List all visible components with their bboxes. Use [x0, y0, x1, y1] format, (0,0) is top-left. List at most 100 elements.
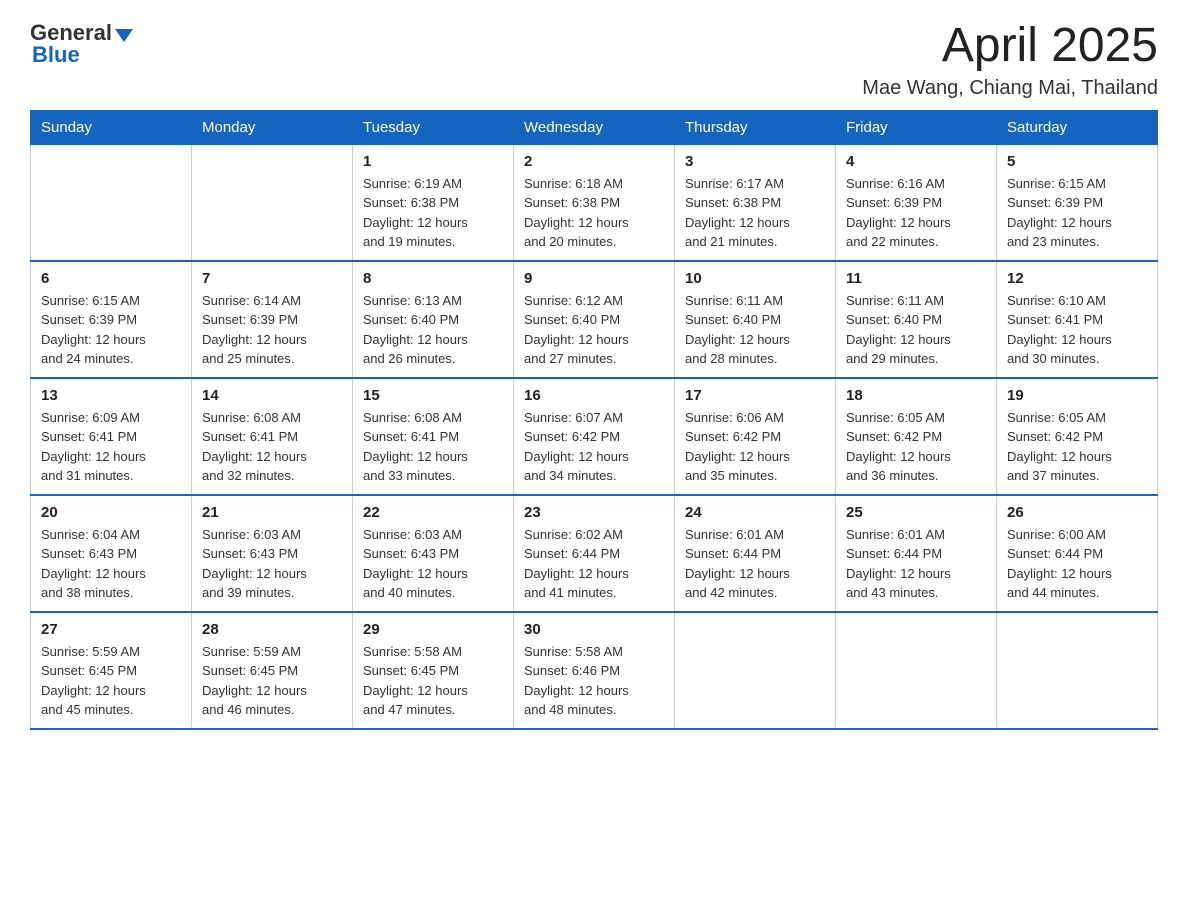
calendar-day-cell [192, 144, 353, 261]
day-of-week-header: Thursday [675, 110, 836, 144]
calendar-day-cell: 28 Sunrise: 5:59 AMSunset: 6:45 PMDayligh… [192, 612, 353, 729]
day-info: Sunrise: 5:59 AMSunset: 6:45 PMDaylight:… [41, 642, 181, 720]
day-of-week-header: Monday [192, 110, 353, 144]
day-info: Sunrise: 6:10 AMSunset: 6:41 PMDaylight:… [1007, 291, 1147, 369]
calendar-week-row: 6 Sunrise: 6:15 AMSunset: 6:39 PMDaylight… [31, 261, 1158, 378]
day-number: 21 [202, 504, 342, 521]
calendar-day-cell: 5Sunrise: 6:15 AMSunset: 6:39 PMDaylight… [997, 144, 1158, 261]
calendar-day-cell: 30 Sunrise: 5:58 AMSunset: 6:46 PMDayligh… [514, 612, 675, 729]
day-info: Sunrise: 6:03 AMSunset: 6:43 PMDaylight:… [202, 525, 342, 603]
calendar-day-cell: 8 Sunrise: 6:13 AMSunset: 6:40 PMDaylight… [353, 261, 514, 378]
day-number: 19 [1007, 387, 1147, 404]
day-info: Sunrise: 6:08 AMSunset: 6:41 PMDaylight:… [202, 408, 342, 486]
calendar-day-cell: 9 Sunrise: 6:12 AMSunset: 6:40 PMDaylight… [514, 261, 675, 378]
day-of-week-header: Friday [836, 110, 997, 144]
calendar-day-cell [836, 612, 997, 729]
day-number: 30 [524, 621, 664, 638]
day-of-week-header: Wednesday [514, 110, 675, 144]
calendar-day-cell: 12Sunrise: 6:10 AMSunset: 6:41 PMDayligh… [997, 261, 1158, 378]
day-number: 11 [846, 270, 986, 287]
calendar-day-cell: 13 Sunrise: 6:09 AMSunset: 6:41 PMDayligh… [31, 378, 192, 495]
day-number: 20 [41, 504, 181, 521]
day-number: 28 [202, 621, 342, 638]
day-info: Sunrise: 6:01 AMSunset: 6:44 PMDaylight:… [685, 525, 825, 603]
day-info: Sunrise: 6:17 AMSunset: 6:38 PMDaylight:… [685, 174, 825, 252]
calendar-day-cell: 24 Sunrise: 6:01 AMSunset: 6:44 PMDayligh… [675, 495, 836, 612]
day-info: Sunrise: 6:00 AMSunset: 6:44 PMDaylight:… [1007, 525, 1147, 603]
day-info: Sunrise: 5:59 AMSunset: 6:45 PMDaylight:… [202, 642, 342, 720]
calendar-day-cell: 25 Sunrise: 6:01 AMSunset: 6:44 PMDayligh… [836, 495, 997, 612]
logo-triangle-icon [115, 29, 133, 42]
calendar-day-cell: 4 Sunrise: 6:16 AMSunset: 6:39 PMDaylight… [836, 144, 997, 261]
calendar-day-cell [997, 612, 1158, 729]
day-info: Sunrise: 6:16 AMSunset: 6:39 PMDaylight:… [846, 174, 986, 252]
logo-blue-text: Blue [30, 42, 80, 68]
calendar-day-cell: 20 Sunrise: 6:04 AMSunset: 6:43 PMDayligh… [31, 495, 192, 612]
day-info: Sunrise: 6:06 AMSunset: 6:42 PMDaylight:… [685, 408, 825, 486]
day-number: 29 [363, 621, 503, 638]
day-info: Sunrise: 5:58 AMSunset: 6:45 PMDaylight:… [363, 642, 503, 720]
day-info: Sunrise: 6:02 AMSunset: 6:44 PMDaylight:… [524, 525, 664, 603]
day-number: 13 [41, 387, 181, 404]
calendar-week-row: 27 Sunrise: 5:59 AMSunset: 6:45 PMDayligh… [31, 612, 1158, 729]
day-info: Sunrise: 6:15 AMSunset: 6:39 PMDaylight:… [1007, 174, 1147, 252]
day-number: 26 [1007, 504, 1147, 521]
calendar-day-cell: 29 Sunrise: 5:58 AMSunset: 6:45 PMDayligh… [353, 612, 514, 729]
day-number: 3 [685, 153, 825, 170]
calendar-day-cell [31, 144, 192, 261]
day-info: Sunrise: 5:58 AMSunset: 6:46 PMDaylight:… [524, 642, 664, 720]
calendar-day-cell: 27 Sunrise: 5:59 AMSunset: 6:45 PMDayligh… [31, 612, 192, 729]
calendar-week-row: 1 Sunrise: 6:19 AMSunset: 6:38 PMDaylight… [31, 144, 1158, 261]
day-number: 22 [363, 504, 503, 521]
day-number: 27 [41, 621, 181, 638]
calendar-day-cell: 23Sunrise: 6:02 AMSunset: 6:44 PMDayligh… [514, 495, 675, 612]
day-info: Sunrise: 6:01 AMSunset: 6:44 PMDaylight:… [846, 525, 986, 603]
day-number: 2 [524, 153, 664, 170]
day-info: Sunrise: 6:11 AMSunset: 6:40 PMDaylight:… [846, 291, 986, 369]
calendar-header-row: SundayMondayTuesdayWednesdayThursdayFrid… [31, 110, 1158, 144]
calendar-day-cell: 7 Sunrise: 6:14 AMSunset: 6:39 PMDaylight… [192, 261, 353, 378]
day-number: 18 [846, 387, 986, 404]
day-number: 9 [524, 270, 664, 287]
calendar-day-cell: 17 Sunrise: 6:06 AMSunset: 6:42 PMDayligh… [675, 378, 836, 495]
day-number: 4 [846, 153, 986, 170]
day-info: Sunrise: 6:12 AMSunset: 6:40 PMDaylight:… [524, 291, 664, 369]
calendar-day-cell: 19 Sunrise: 6:05 AMSunset: 6:42 PMDayligh… [997, 378, 1158, 495]
day-of-week-header: Sunday [31, 110, 192, 144]
calendar-day-cell: 21 Sunrise: 6:03 AMSunset: 6:43 PMDayligh… [192, 495, 353, 612]
calendar-week-row: 20 Sunrise: 6:04 AMSunset: 6:43 PMDayligh… [31, 495, 1158, 612]
day-info: Sunrise: 6:14 AMSunset: 6:39 PMDaylight:… [202, 291, 342, 369]
calendar-table: SundayMondayTuesdayWednesdayThursdayFrid… [30, 110, 1158, 730]
calendar-day-cell: 22Sunrise: 6:03 AMSunset: 6:43 PMDayligh… [353, 495, 514, 612]
calendar-day-cell: 1 Sunrise: 6:19 AMSunset: 6:38 PMDaylight… [353, 144, 514, 261]
calendar-day-cell: 6 Sunrise: 6:15 AMSunset: 6:39 PMDaylight… [31, 261, 192, 378]
day-info: Sunrise: 6:15 AMSunset: 6:39 PMDaylight:… [41, 291, 181, 369]
calendar-day-cell: 3 Sunrise: 6:17 AMSunset: 6:38 PMDaylight… [675, 144, 836, 261]
day-info: Sunrise: 6:19 AMSunset: 6:38 PMDaylight:… [363, 174, 503, 252]
logo: General Blue [30, 20, 133, 68]
day-info: Sunrise: 6:09 AMSunset: 6:41 PMDaylight:… [41, 408, 181, 486]
day-number: 15 [363, 387, 503, 404]
calendar-day-cell [675, 612, 836, 729]
day-info: Sunrise: 6:11 AMSunset: 6:40 PMDaylight:… [685, 291, 825, 369]
day-number: 7 [202, 270, 342, 287]
title-block: April 2025 Mae Wang, Chiang Mai, Thailan… [862, 20, 1158, 100]
day-number: 6 [41, 270, 181, 287]
day-number: 8 [363, 270, 503, 287]
day-of-week-header: Tuesday [353, 110, 514, 144]
day-number: 10 [685, 270, 825, 287]
day-number: 1 [363, 153, 503, 170]
calendar-day-cell: 2Sunrise: 6:18 AMSunset: 6:38 PMDaylight… [514, 144, 675, 261]
day-number: 24 [685, 504, 825, 521]
day-info: Sunrise: 6:08 AMSunset: 6:41 PMDaylight:… [363, 408, 503, 486]
day-info: Sunrise: 6:13 AMSunset: 6:40 PMDaylight:… [363, 291, 503, 369]
calendar-week-row: 13 Sunrise: 6:09 AMSunset: 6:41 PMDayligh… [31, 378, 1158, 495]
day-info: Sunrise: 6:05 AMSunset: 6:42 PMDaylight:… [846, 408, 986, 486]
day-info: Sunrise: 6:05 AMSunset: 6:42 PMDaylight:… [1007, 408, 1147, 486]
day-number: 25 [846, 504, 986, 521]
day-info: Sunrise: 6:04 AMSunset: 6:43 PMDaylight:… [41, 525, 181, 603]
calendar-day-cell: 11 Sunrise: 6:11 AMSunset: 6:40 PMDayligh… [836, 261, 997, 378]
day-number: 14 [202, 387, 342, 404]
calendar-day-cell: 16Sunrise: 6:07 AMSunset: 6:42 PMDayligh… [514, 378, 675, 495]
day-number: 17 [685, 387, 825, 404]
